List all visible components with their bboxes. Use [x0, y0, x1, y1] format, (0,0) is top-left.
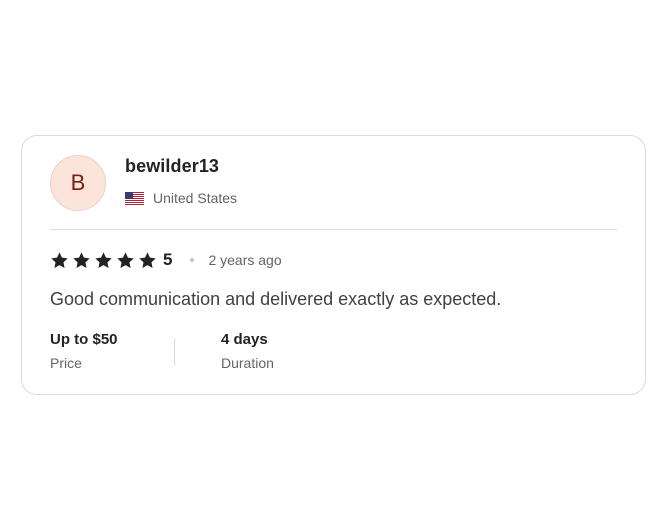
avatar-initial: B [70, 170, 86, 195]
country-name: United States [153, 190, 238, 206]
review-comment: Good communication and delivered exactly… [50, 289, 502, 309]
reviewer-country: United States [125, 190, 237, 206]
star-icon [117, 251, 134, 268]
review-time: 2 years ago [208, 252, 282, 268]
price-label: Price [50, 355, 82, 371]
review-card: B bewilder13 United States 5 2 years ago… [21, 135, 646, 395]
duration-value: 4 days [221, 331, 268, 348]
star-icon [51, 251, 68, 268]
duration-label: Duration [221, 355, 274, 371]
reviewer-username[interactable]: bewilder13 [125, 156, 219, 177]
rating-row: 5 2 years ago [50, 249, 282, 271]
star-icon [95, 251, 112, 268]
us-flag-icon [125, 191, 144, 205]
rating-value: 5 [163, 250, 173, 269]
duration-info: 4 days Duration [221, 331, 274, 371]
separator-dot [190, 258, 195, 262]
price-value: Up to $50 [50, 331, 118, 348]
star-rating [50, 251, 157, 270]
avatar[interactable]: B [50, 155, 106, 211]
meta-divider [174, 338, 175, 366]
star-icon [139, 251, 156, 268]
star-icon [73, 251, 90, 268]
review-header: B bewilder13 United States [50, 155, 617, 213]
divider [50, 229, 617, 230]
price-info: Up to $50 Price [50, 331, 118, 371]
